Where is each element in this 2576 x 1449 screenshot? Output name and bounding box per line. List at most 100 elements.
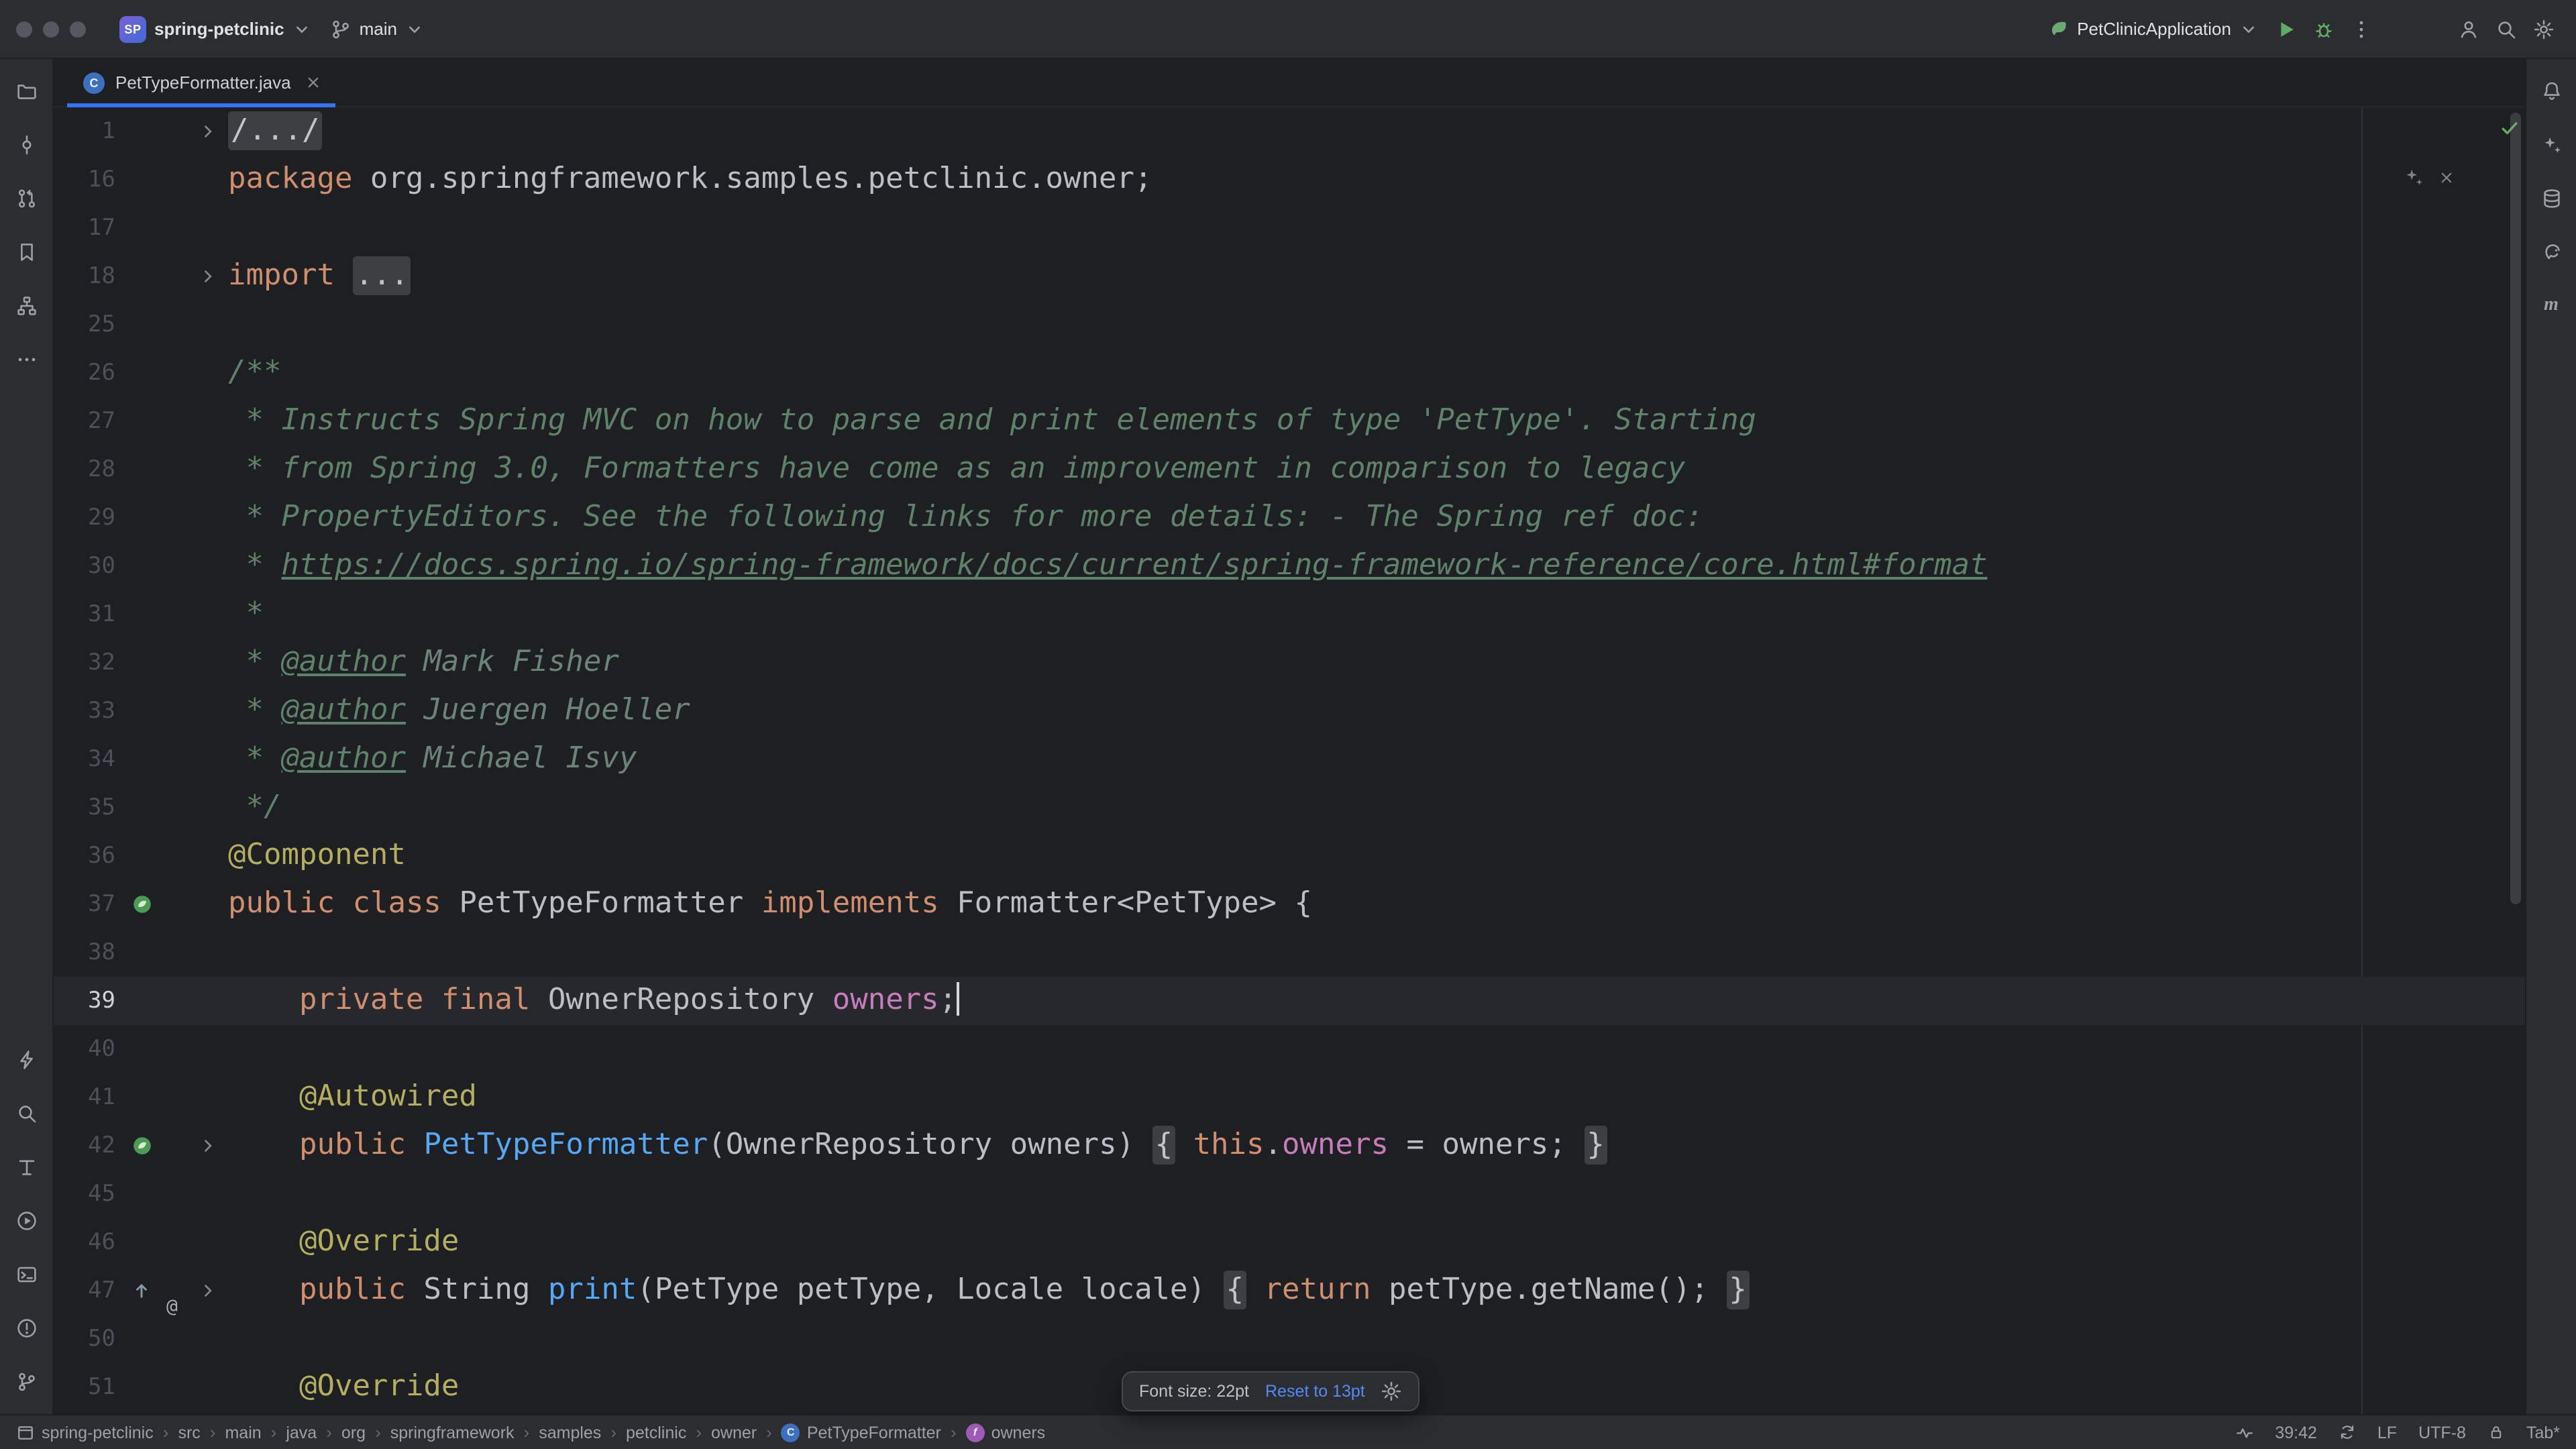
line-number[interactable]: 26 — [54, 349, 121, 397]
minimize-window-button[interactable] — [43, 21, 59, 37]
line-number[interactable]: 25 — [54, 301, 121, 349]
spring-bean-icon[interactable] — [131, 894, 153, 915]
breadcrumb-item[interactable]: owner — [711, 1423, 757, 1442]
line-number[interactable]: 34 — [54, 735, 121, 784]
run-button[interactable] — [2267, 10, 2305, 48]
breadcrumb-item[interactable]: petclinic — [626, 1423, 686, 1442]
editor[interactable]: 1/.../16package org.springframework.samp… — [54, 107, 2525, 1414]
database-button[interactable] — [2527, 172, 2575, 225]
commit-button[interactable] — [2, 118, 50, 172]
profiler-button[interactable] — [2, 1033, 50, 1087]
line-number[interactable]: 33 — [54, 687, 121, 735]
code-text[interactable]: * from Spring 3.0, Formatters have come … — [228, 445, 2525, 494]
code-text[interactable]: * — [228, 590, 2525, 639]
editor-tab[interactable]: CPetTypeFormatter.java — [67, 59, 335, 106]
code-with-me-button[interactable] — [2450, 10, 2487, 48]
maximize-window-button[interactable] — [70, 21, 86, 37]
code-text[interactable]: */ — [228, 784, 2525, 832]
run-button[interactable] — [2, 1194, 50, 1248]
fold-chevron-icon[interactable] — [199, 122, 217, 141]
code-text[interactable]: private final OwnerRepository owners; — [228, 977, 2525, 1025]
breadcrumb-item[interactable]: src — [178, 1423, 200, 1442]
line-number[interactable]: 32 — [54, 639, 121, 687]
code-text[interactable]: * Instructs Spring MVC on how to parse a… — [228, 397, 2525, 445]
file-encoding-widget[interactable]: UTF-8 — [2418, 1423, 2466, 1442]
project-button[interactable] — [2, 64, 50, 118]
code-text[interactable]: @Autowired — [228, 1073, 2525, 1122]
line-number[interactable]: 40 — [54, 1025, 121, 1073]
fold-chevron-icon[interactable] — [199, 267, 217, 286]
breadcrumb-item[interactable]: springframework — [390, 1423, 515, 1442]
line-number[interactable]: 46 — [54, 1218, 121, 1267]
code-text[interactable]: package org.springframework.samples.petc… — [228, 156, 2525, 204]
line-number[interactable]: 38 — [54, 928, 121, 977]
close-window-button[interactable] — [16, 21, 32, 37]
activity-icon[interactable] — [2235, 1423, 2253, 1442]
more-tool-windows-button[interactable] — [2, 333, 50, 386]
line-number[interactable]: 29 — [54, 494, 121, 542]
code-text[interactable] — [228, 928, 2525, 977]
structure-button[interactable] — [2, 279, 50, 333]
line-number[interactable]: 28 — [54, 445, 121, 494]
ai-icon[interactable] — [2403, 166, 2424, 188]
code-text[interactable] — [228, 204, 2525, 252]
code-text[interactable]: public String print(PetType petType, Loc… — [228, 1267, 2525, 1315]
vertical-scrollbar[interactable] — [2510, 113, 2521, 904]
bookmarks-button[interactable] — [2, 225, 50, 279]
line-number[interactable]: 45 — [54, 1170, 121, 1218]
code-text[interactable]: * @author Juergen Hoeller — [228, 687, 2525, 735]
code-text[interactable]: public PetTypeFormatter(OwnerRepository … — [228, 1122, 2525, 1170]
annotation-icon[interactable]: @ — [166, 1280, 188, 1301]
code-text[interactable] — [228, 1025, 2525, 1073]
debug-button[interactable] — [2305, 10, 2343, 48]
code-text[interactable]: @Component — [228, 832, 2525, 880]
breadcrumb-item[interactable]: org — [341, 1423, 366, 1442]
breadcrumb-item[interactable]: java — [286, 1423, 317, 1442]
overrides-method-icon[interactable] — [131, 1280, 153, 1301]
pull-requests-button[interactable] — [2, 172, 50, 225]
version-control-button[interactable] — [2, 1355, 50, 1409]
maven-button[interactable]: m — [2527, 279, 2575, 333]
breadcrumb-item[interactable]: main — [225, 1423, 261, 1442]
fold-chevron-icon[interactable] — [199, 1281, 217, 1300]
close-tab-button[interactable] — [305, 74, 322, 91]
line-number[interactable]: 18 — [54, 252, 121, 301]
sync-icon[interactable] — [2339, 1424, 2356, 1441]
code-text[interactable] — [228, 1315, 2525, 1363]
line-number[interactable]: 1 — [54, 107, 121, 156]
line-number[interactable]: 39 — [54, 977, 121, 1025]
spring-bean-icon[interactable] — [131, 1135, 153, 1157]
close-icon[interactable] — [2438, 168, 2455, 186]
breadcrumb-item[interactable]: CPetTypeFormatter — [782, 1423, 941, 1442]
line-number[interactable]: 17 — [54, 204, 121, 252]
code-text[interactable]: * @author Mark Fisher — [228, 639, 2525, 687]
fold-chevron-icon[interactable] — [199, 1136, 217, 1155]
gradle-button[interactable] — [2527, 225, 2575, 279]
line-number[interactable]: 51 — [54, 1363, 121, 1411]
find-button[interactable] — [2, 1087, 50, 1140]
settings-button[interactable] — [2525, 10, 2563, 48]
notifications-button[interactable] — [2527, 64, 2575, 118]
line-number[interactable]: 35 — [54, 784, 121, 832]
line-number[interactable]: 41 — [54, 1073, 121, 1122]
terminal-button[interactable] — [2, 1248, 50, 1301]
code-text[interactable]: * https://docs.spring.io/spring-framewor… — [228, 542, 2525, 590]
line-number[interactable]: 50 — [54, 1315, 121, 1363]
run-configuration-widget[interactable]: PetClinicApplication — [2039, 13, 2267, 44]
reset-font-size-link[interactable]: Reset to 13pt — [1265, 1382, 1365, 1401]
todo-button[interactable] — [2, 1140, 50, 1194]
settings-gear-icon[interactable] — [1381, 1381, 1403, 1402]
code-text[interactable]: public class PetTypeFormatter implements… — [228, 880, 2525, 928]
line-number[interactable]: 42 — [54, 1122, 121, 1170]
lock-icon[interactable] — [2487, 1424, 2505, 1441]
caret-position-widget[interactable]: 39:42 — [2275, 1423, 2317, 1442]
code-text[interactable]: import ... — [228, 252, 2525, 301]
search-everywhere-button[interactable] — [2487, 10, 2525, 48]
line-number[interactable]: 47 — [54, 1267, 121, 1315]
breadcrumb-item[interactable]: fowners — [966, 1423, 1046, 1442]
project-widget[interactable]: SP spring-petclinic — [110, 10, 321, 48]
code-text[interactable]: /.../ — [228, 107, 2525, 156]
line-number[interactable]: 30 — [54, 542, 121, 590]
code-text[interactable]: /** — [228, 349, 2525, 397]
line-separator-widget[interactable]: LF — [2377, 1423, 2397, 1442]
